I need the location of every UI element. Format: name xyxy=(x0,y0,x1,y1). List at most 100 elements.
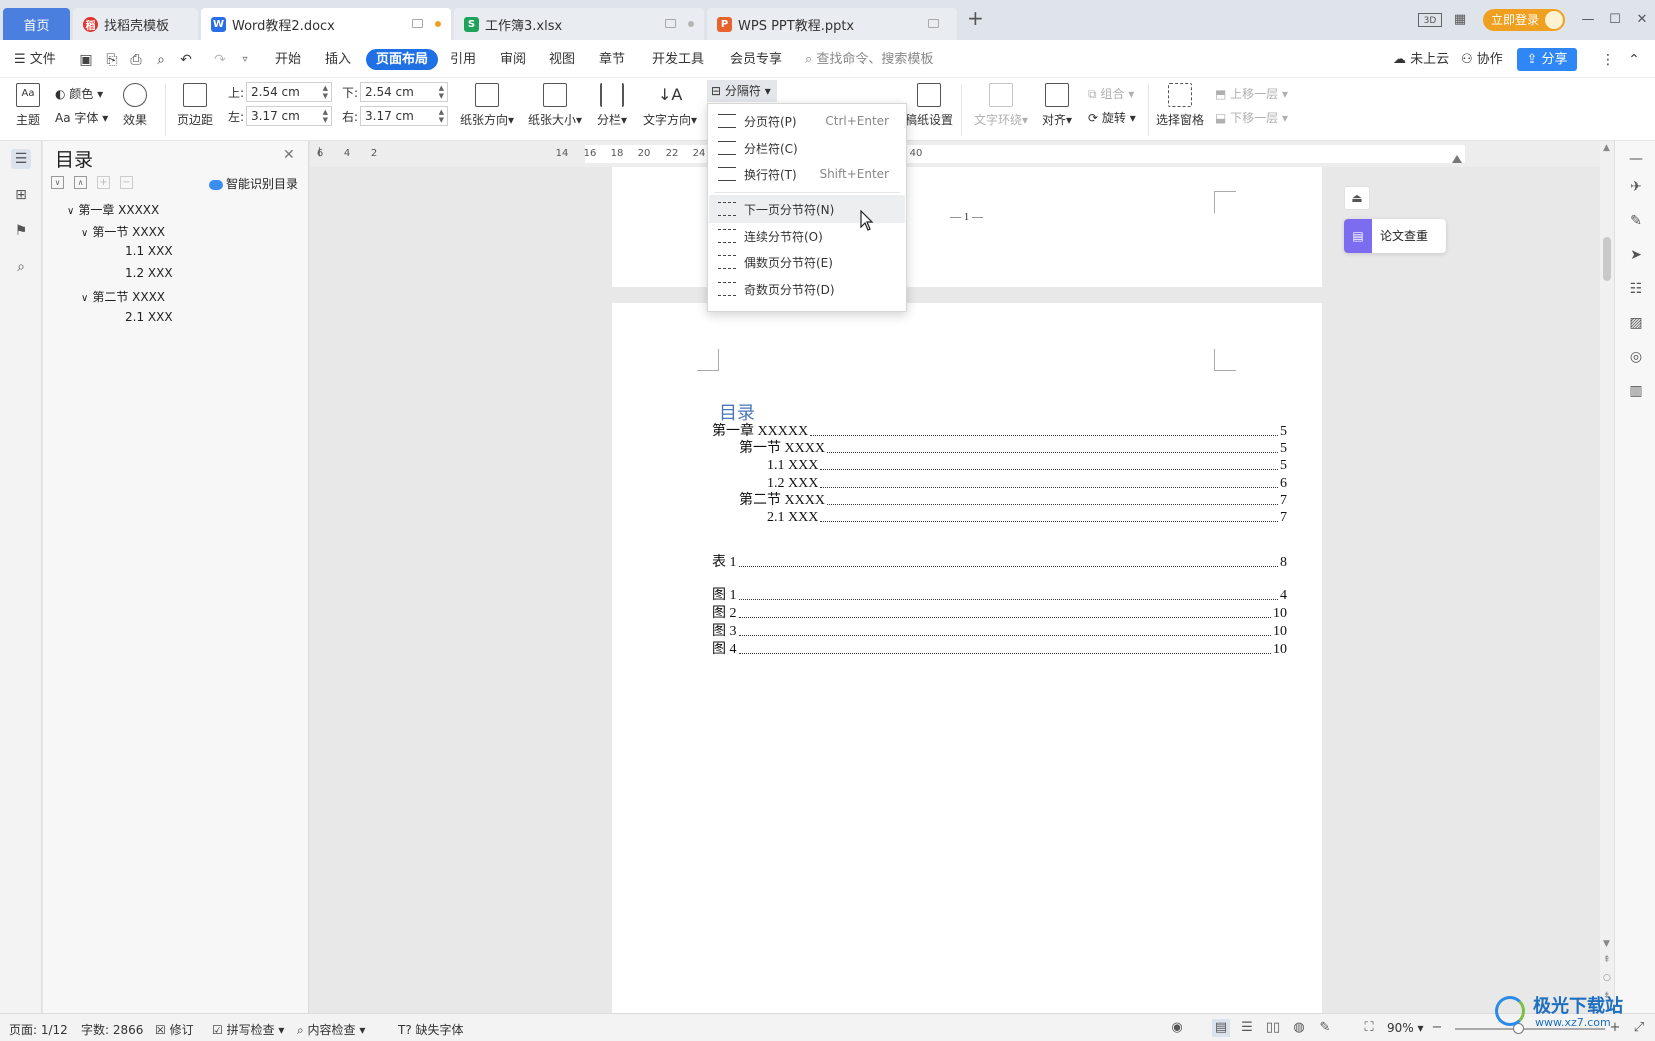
toc-entry[interactable]: 图 2 10 xyxy=(712,605,1287,623)
separator-menu-item[interactable]: 奇数页分节符(D) xyxy=(709,275,905,303)
separator-menu-item[interactable]: 分栏符(C) xyxy=(709,134,905,162)
bookmark-icon[interactable]: ⚑ xyxy=(11,221,31,241)
save-icon[interactable]: ▣ xyxy=(77,51,95,69)
top-margin-input[interactable]: 2.54 cm ▲ ▼ xyxy=(246,82,332,102)
spell-check-toggle[interactable]: ☑ 拼写检查 ▾ xyxy=(212,1021,284,1038)
remove-level-icon[interactable]: − xyxy=(120,176,133,189)
tab-excel[interactable]: S 工作簿3.xlsx xyxy=(454,8,704,40)
grid-apps-icon[interactable]: ▦ xyxy=(1452,12,1468,28)
collapse-ribbon-icon[interactable]: ⌃ xyxy=(1625,51,1643,69)
collaborate-button[interactable]: ⚇ 协作 xyxy=(1461,49,1503,70)
color-button[interactable]: ◐ 颜色 ▾ xyxy=(55,85,103,102)
text-wrap-button[interactable]: 文字环绕▾ xyxy=(972,83,1030,128)
separator-menu-item[interactable]: 换行符(T) Shift+Enter xyxy=(709,160,905,188)
collapse-all-icon[interactable]: ∨ xyxy=(51,176,64,189)
scroll-down-icon[interactable]: ▼ xyxy=(1603,939,1610,949)
toc-tree-item[interactable]: 2.1 XXX xyxy=(125,310,173,324)
tab-docer-templates[interactable]: 稻找稻壳模板 xyxy=(73,8,198,40)
toc-tree-item[interactable]: ∨ 第二节 XXXX xyxy=(81,288,165,305)
chevron-down-icon[interactable]: ∨ xyxy=(81,228,88,239)
spin-arrows-icon[interactable]: ▲ ▼ xyxy=(439,108,444,124)
toc-tree-item[interactable]: 1.2 XXX xyxy=(125,266,173,280)
new-tab-button[interactable]: + xyxy=(967,8,984,28)
separator-menu-item[interactable]: 偶数页分节符(E) xyxy=(709,248,905,276)
file-menu[interactable]: ☰ 文件 xyxy=(14,49,56,70)
text-direction-button[interactable]: ↓A 文字方向▾ xyxy=(640,83,700,128)
toc-entry[interactable]: 第一章 XXXXX 5 xyxy=(712,423,1287,441)
close-icon[interactable]: ✕ xyxy=(1634,12,1650,28)
toc-entry[interactable]: 第二节 XXXX 7 xyxy=(739,492,1287,510)
chevron-down-icon[interactable]: ∨ xyxy=(81,293,88,304)
outline-icon[interactable]: ☰ xyxy=(11,149,31,169)
separator-button[interactable]: ⊟ 分隔符 ▾ xyxy=(707,80,777,102)
theme-button[interactable]: Aa 主题 xyxy=(10,83,46,128)
chevron-down-icon[interactable]: ∨ xyxy=(67,206,74,217)
maximize-icon[interactable]: ☐ xyxy=(1607,12,1623,28)
window-icon[interactable] xyxy=(928,19,939,28)
window-icon[interactable] xyxy=(665,19,676,28)
toc-entry[interactable]: 1.1 XXX 5 xyxy=(767,457,1287,475)
paper-size-button[interactable]: 纸张大小▾ xyxy=(526,83,584,128)
separator-menu-item[interactable]: 分页符(P) Ctrl+Enter xyxy=(709,107,905,135)
collapse-panel-button[interactable]: ⏏ xyxy=(1344,186,1370,210)
redo-icon[interactable]: ↷ xyxy=(211,51,229,69)
pointer-icon[interactable]: ➤ xyxy=(1626,245,1646,265)
reading-view-icon[interactable]: ▯▯ xyxy=(1264,1019,1282,1037)
toc-entry[interactable]: 1.2 XXX 6 xyxy=(767,475,1287,493)
expand-panel-icon[interactable]: — xyxy=(1626,149,1646,169)
toc-entry[interactable]: 表 1 8 xyxy=(712,554,1287,572)
bring-forward-button[interactable]: ⬒ 上移一层 ▾ xyxy=(1215,85,1288,102)
menu-insert[interactable]: 插入 xyxy=(325,49,351,70)
tab-ppt[interactable]: P WPS PPT教程.pptx xyxy=(707,8,957,40)
align-button[interactable]: 对齐▾ xyxy=(1038,83,1076,128)
book-icon[interactable]: ▥ xyxy=(1626,381,1646,401)
group-button[interactable]: ⧉ 组合 ▾ xyxy=(1088,85,1134,102)
content-check-button[interactable]: ⌕ 内容检查 ▾ xyxy=(297,1021,365,1038)
orientation-button[interactable]: 纸张方向▾ xyxy=(458,83,516,128)
smart-toc-button[interactable]: 智能识别目录 xyxy=(209,175,298,192)
revise-toggle[interactable]: ☒ 修订 xyxy=(155,1021,194,1038)
expand-up-icon[interactable]: ∧ xyxy=(74,176,87,189)
scroll-thumb[interactable] xyxy=(1603,237,1611,281)
menu-start[interactable]: 开始 xyxy=(275,49,301,70)
separator-menu-item[interactable]: 下一页分节符(N) xyxy=(709,195,905,223)
menu-references[interactable]: 引用 xyxy=(450,49,476,70)
compass-icon[interactable]: ◎ xyxy=(1626,347,1646,367)
print-preview-icon[interactable]: ⌕ xyxy=(152,51,170,69)
toc-entry[interactable]: 2.1 XXX 7 xyxy=(767,509,1287,527)
toc-tree-item[interactable]: ∨ 第一章 XXXXX xyxy=(67,201,159,218)
more-icon[interactable]: ⋮ xyxy=(1599,51,1617,69)
print-icon[interactable]: ⎙ xyxy=(127,51,145,69)
page-2[interactable]: 目录 第一章 XXXXX 5 第一节 XXXX 5 1.1 XXX 5 1.2 XXX 6 第二… xyxy=(612,303,1322,1013)
vertical-scrollbar[interactable]: ▲ ▼ ⇞ ○ ⇟ xyxy=(1600,141,1614,1013)
toc-entry[interactable]: 图 3 10 xyxy=(712,623,1287,641)
spin-arrows-icon[interactable]: ▲ ▼ xyxy=(323,108,328,124)
chapter-nav-icon[interactable]: ⊞ xyxy=(11,185,31,205)
page-view-icon[interactable]: ▤ xyxy=(1212,1019,1230,1037)
eye-protection-icon[interactable]: ◉ xyxy=(1168,1019,1186,1037)
manuscript-settings-button[interactable]: 稿纸设置 xyxy=(903,83,955,128)
adjust-icon[interactable]: ☷ xyxy=(1626,279,1646,299)
zoom-out-icon[interactable]: − xyxy=(1428,1019,1446,1037)
undo-icon[interactable]: ↶ xyxy=(177,51,195,69)
menu-member[interactable]: 会员专享 xyxy=(730,49,782,70)
draw-icon[interactable]: ✎ xyxy=(1316,1019,1334,1037)
toc-tree-item[interactable]: ∨ 第一节 XXXX xyxy=(81,223,165,240)
command-search[interactable]: ⌕ 查找命令、搜索模板 xyxy=(805,49,933,70)
rotate-button[interactable]: ⟳ 旋转 ▾ xyxy=(1088,109,1136,126)
share-button[interactable]: ⇪ 分享 xyxy=(1517,48,1577,71)
toc-entry[interactable]: 图 1 4 xyxy=(712,587,1287,605)
toc-entry[interactable]: 图 4 10 xyxy=(712,641,1287,659)
menu-view[interactable]: 视图 xyxy=(549,49,575,70)
menu-developer[interactable]: 开发工具 xyxy=(652,49,704,70)
zoom-level[interactable]: 90% ▾ xyxy=(1387,1021,1424,1035)
horizontal-ruler[interactable]: ⌊ 6421416182022242628303234363840 xyxy=(310,141,1600,167)
find-icon[interactable]: ⌕ xyxy=(11,257,31,277)
login-button[interactable]: 立即登录 xyxy=(1483,9,1565,31)
effects-button[interactable]: 效果 xyxy=(117,83,153,128)
customize-icon[interactable]: ▿ xyxy=(236,51,254,69)
menu-page-layout[interactable]: 页面布局 xyxy=(366,49,439,70)
web-view-icon[interactable]: ◍ xyxy=(1290,1019,1308,1037)
bottom-margin-input[interactable]: 2.54 cm ▲ ▼ xyxy=(360,82,448,102)
cloud-status[interactable]: ☁ 未上云 xyxy=(1393,49,1449,70)
